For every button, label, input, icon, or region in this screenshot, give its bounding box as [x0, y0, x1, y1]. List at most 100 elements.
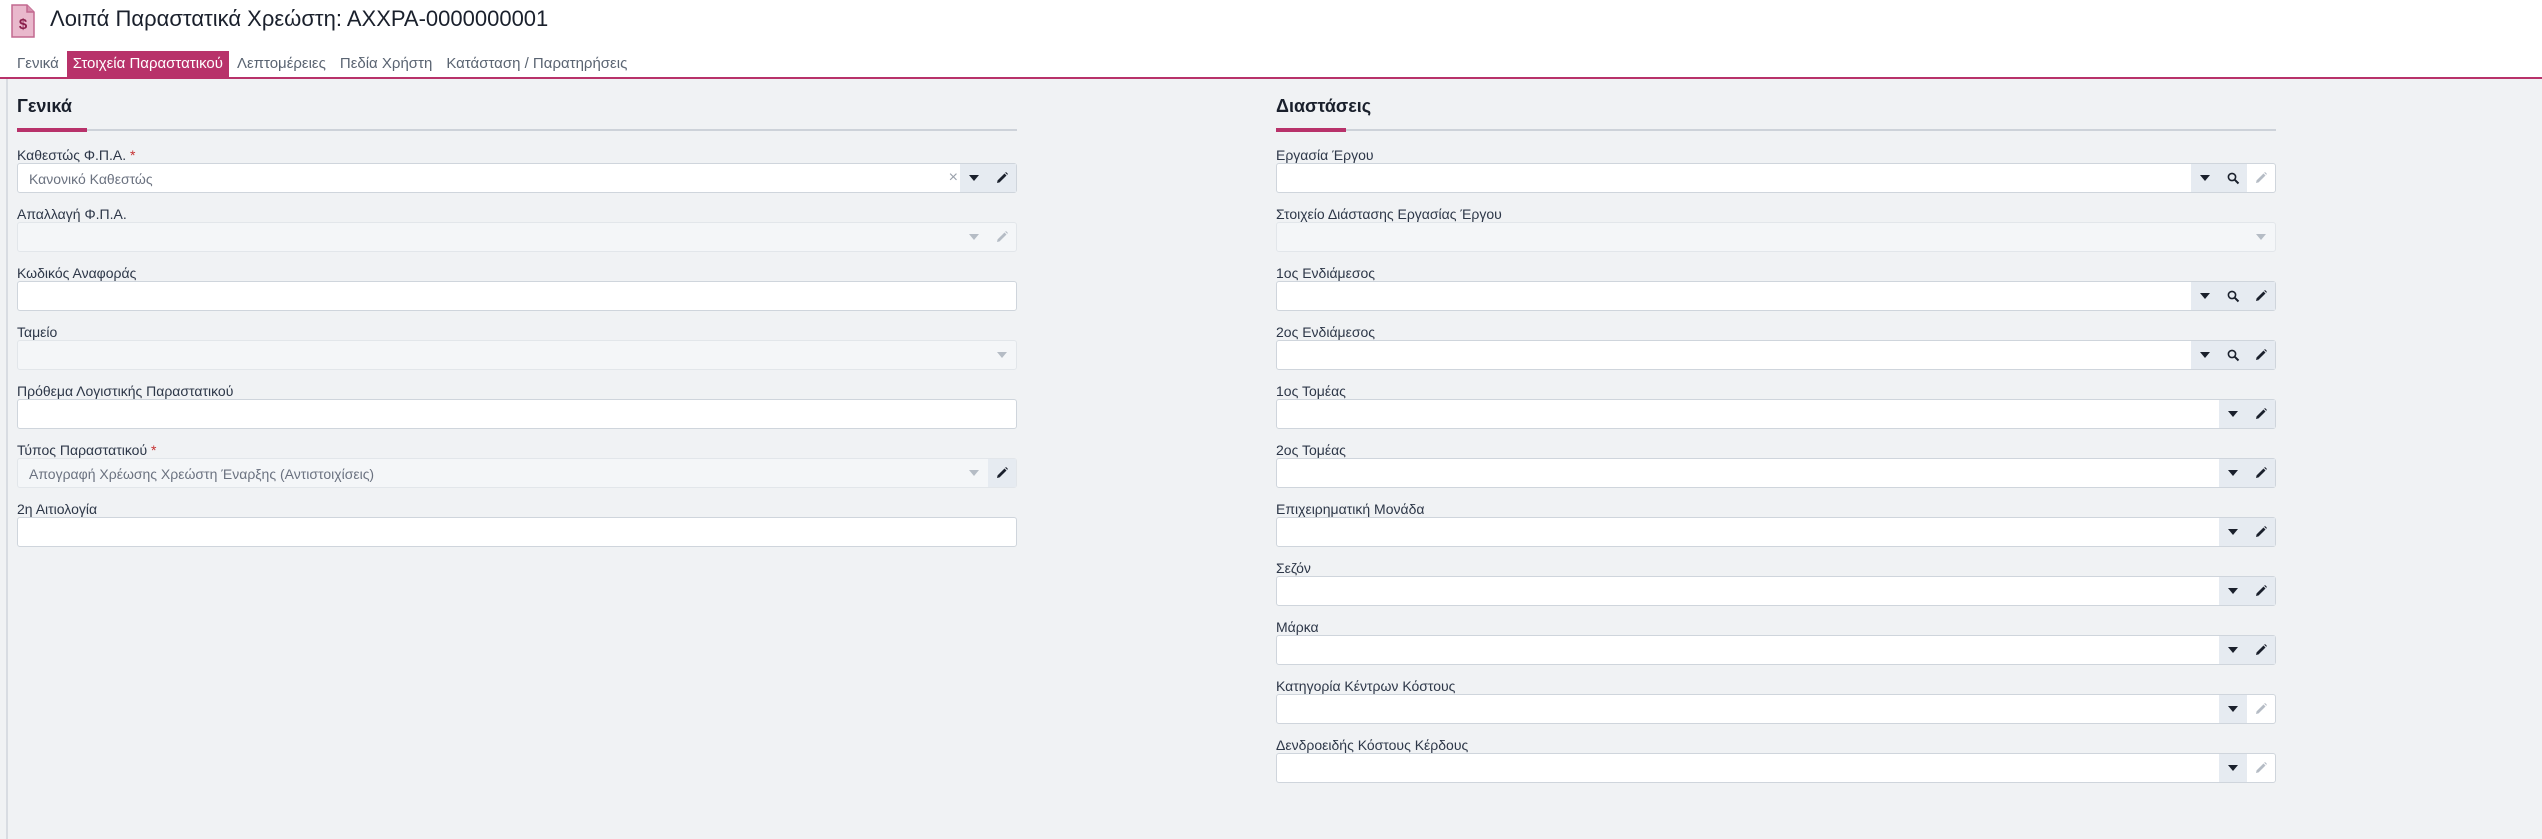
first-intermediary-select[interactable]: [1276, 281, 2276, 311]
second-intermediary-field: 2ος Ενδιάμεσος: [1276, 324, 2276, 383]
required-marker: *: [151, 442, 157, 458]
field-label: Στοιχείο Διάστασης Εργασίας Έργου: [1276, 206, 1502, 222]
tab-user-fields[interactable]: Πεδία Χρήστη: [334, 51, 438, 77]
document-dollar-icon: $: [11, 4, 35, 38]
field-label: 2ος Ενδιάμεσος: [1276, 324, 1376, 340]
tab-details[interactable]: Λεπτομέρειες: [231, 51, 332, 77]
second-intermediary-select[interactable]: [1276, 340, 2276, 370]
svg-text:$: $: [19, 16, 28, 33]
chevron-down-icon[interactable]: [2219, 636, 2247, 664]
second-reason-input[interactable]: [17, 517, 1017, 547]
chevron-down-icon[interactable]: [988, 341, 1016, 369]
field-label: Κωδικός Αναφοράς: [17, 265, 137, 281]
cash-register-select[interactable]: [17, 340, 1017, 370]
chevron-down-icon[interactable]: [2191, 164, 2219, 192]
section-title-dimensions: Διαστάσεις: [1276, 96, 1372, 116]
chevron-down-icon[interactable]: [2191, 341, 2219, 369]
search-icon[interactable]: [2219, 164, 2247, 192]
chevron-down-icon[interactable]: [2191, 282, 2219, 310]
document-type-field: Τύπος Παραστατικού * Απογραφή Χρέωσης Χρ…: [17, 442, 1017, 501]
edit-icon[interactable]: [2247, 577, 2275, 605]
vat-regime-select[interactable]: Κανονικό Καθεστώς ×: [17, 163, 1017, 193]
field-label: Ταμείο: [17, 324, 58, 340]
second-sector-select[interactable]: [1276, 458, 2276, 488]
tab-general[interactable]: Γενικά: [10, 51, 65, 77]
edit-icon[interactable]: [988, 164, 1016, 192]
section-divider: [17, 128, 1017, 132]
project-task-select[interactable]: [1276, 163, 2276, 193]
chevron-down-icon[interactable]: [2219, 459, 2247, 487]
vat-exemption-select[interactable]: [17, 222, 1017, 252]
business-unit-select[interactable]: [1276, 517, 2276, 547]
field-label: Μάρκα: [1276, 619, 1319, 635]
field-label: Εργασία Έργου: [1276, 147, 1374, 163]
chevron-down-icon[interactable]: [2219, 518, 2247, 546]
chevron-down-icon[interactable]: [960, 223, 988, 251]
project-task-dimension-field: Στοιχείο Διάστασης Εργασίας Έργου: [1276, 206, 2276, 265]
chevron-down-icon[interactable]: [2219, 400, 2247, 428]
vat-exemption-field: Απαλλαγή Φ.Π.Α.: [17, 206, 1017, 265]
edit-icon[interactable]: [988, 223, 1016, 251]
search-icon[interactable]: [2219, 341, 2247, 369]
edit-icon[interactable]: [2247, 518, 2275, 546]
field-label: Πρόθεμα Λογιστικής Παραστατικού: [17, 383, 234, 399]
business-unit-field: Επιχειρηματική Μονάδα: [1276, 501, 2276, 560]
field-label: Καθεστώς Φ.Π.Α.: [17, 147, 127, 163]
page-title: Λοιπά Παραστατικά Χρεώστη: ΑΧΧΡΑ-0000000…: [50, 6, 549, 31]
cost-profit-tree-field: Δενδροειδής Κόστους Κέρδους: [1276, 737, 2276, 796]
general-section: Γενικά Καθεστώς Φ.Π.Α. * Κανονικό Καθεστ…: [17, 94, 1017, 560]
edit-icon[interactable]: [2247, 459, 2275, 487]
chevron-down-icon[interactable]: [960, 459, 988, 487]
accounting-prefix-field: Πρόθεμα Λογιστικής Παραστατικού: [17, 383, 1017, 442]
edit-icon[interactable]: [2247, 400, 2275, 428]
field-label: Δενδροειδής Κόστους Κέρδους: [1276, 737, 1469, 753]
search-icon[interactable]: [2219, 282, 2247, 310]
edit-icon[interactable]: [2247, 754, 2275, 782]
second-sector-field: 2ος Τομέας: [1276, 442, 2276, 501]
project-task-field: Εργασία Έργου: [1276, 147, 2276, 206]
dimensions-section: Διαστάσεις Εργασία Έργου Στοιχείο Διάστα…: [1276, 94, 2276, 796]
cost-center-category-select[interactable]: [1276, 694, 2276, 724]
season-field: Σεζόν: [1276, 560, 2276, 619]
tab-bar: Γενικά Στοιχεία Παραστατικού Λεπτομέρειε…: [10, 51, 635, 77]
field-label: Τύπος Παραστατικού: [17, 442, 148, 458]
brand-select[interactable]: [1276, 635, 2276, 665]
edit-icon[interactable]: [2247, 695, 2275, 723]
chevron-down-icon[interactable]: [2247, 223, 2275, 251]
edit-icon[interactable]: [988, 459, 1016, 487]
cost-center-category-field: Κατηγορία Κέντρων Κόστους: [1276, 678, 2276, 737]
chevron-down-icon[interactable]: [2219, 754, 2247, 782]
chevron-down-icon[interactable]: [2219, 577, 2247, 605]
edit-icon[interactable]: [2247, 636, 2275, 664]
field-label: Απαλλαγή Φ.Π.Α.: [17, 206, 127, 222]
reference-code-input[interactable]: [17, 281, 1017, 311]
section-title-general: Γενικά: [17, 96, 72, 116]
cash-register-field: Ταμείο: [17, 324, 1017, 383]
chevron-down-icon[interactable]: [2219, 695, 2247, 723]
brand-field: Μάρκα: [1276, 619, 2276, 678]
first-sector-select[interactable]: [1276, 399, 2276, 429]
field-label: Κατηγορία Κέντρων Κόστους: [1276, 678, 1456, 694]
edit-icon[interactable]: [2247, 341, 2275, 369]
top-bar: $ Λοιπά Παραστατικά Χρεώστη: ΑΧΧΡΑ-00000…: [0, 0, 2542, 79]
cost-profit-tree-select[interactable]: [1276, 753, 2276, 783]
tab-status-remarks[interactable]: Κατάσταση / Παρατηρήσεις: [440, 51, 633, 77]
season-select[interactable]: [1276, 576, 2276, 606]
document-type-select[interactable]: Απογραφή Χρέωσης Χρεώστη Έναρξης (Αντιστ…: [17, 458, 1017, 488]
clear-icon[interactable]: ×: [949, 169, 958, 187]
edit-icon[interactable]: [2247, 164, 2275, 192]
section-divider: [1276, 128, 2276, 132]
field-value: Κανονικό Καθεστώς: [29, 171, 153, 187]
edit-icon[interactable]: [2247, 282, 2275, 310]
field-label: Σεζόν: [1276, 560, 1311, 576]
accounting-prefix-input[interactable]: [17, 399, 1017, 429]
field-label: Επιχειρηματική Μονάδα: [1276, 501, 1425, 517]
chevron-down-icon[interactable]: [960, 164, 988, 192]
tab-document-details[interactable]: Στοιχεία Παραστατικού: [66, 51, 229, 77]
first-intermediary-field: 1ος Ενδιάμεσος: [1276, 265, 2276, 324]
project-task-dimension-select[interactable]: [1276, 222, 2276, 252]
first-sector-field: 1ος Τομέας: [1276, 383, 2276, 442]
field-label: 1ος Ενδιάμεσος: [1276, 265, 1376, 281]
vat-regime-field: Καθεστώς Φ.Π.Α. * Κανονικό Καθεστώς ×: [17, 147, 1017, 206]
field-label: 1ος Τομέας: [1276, 383, 1346, 399]
